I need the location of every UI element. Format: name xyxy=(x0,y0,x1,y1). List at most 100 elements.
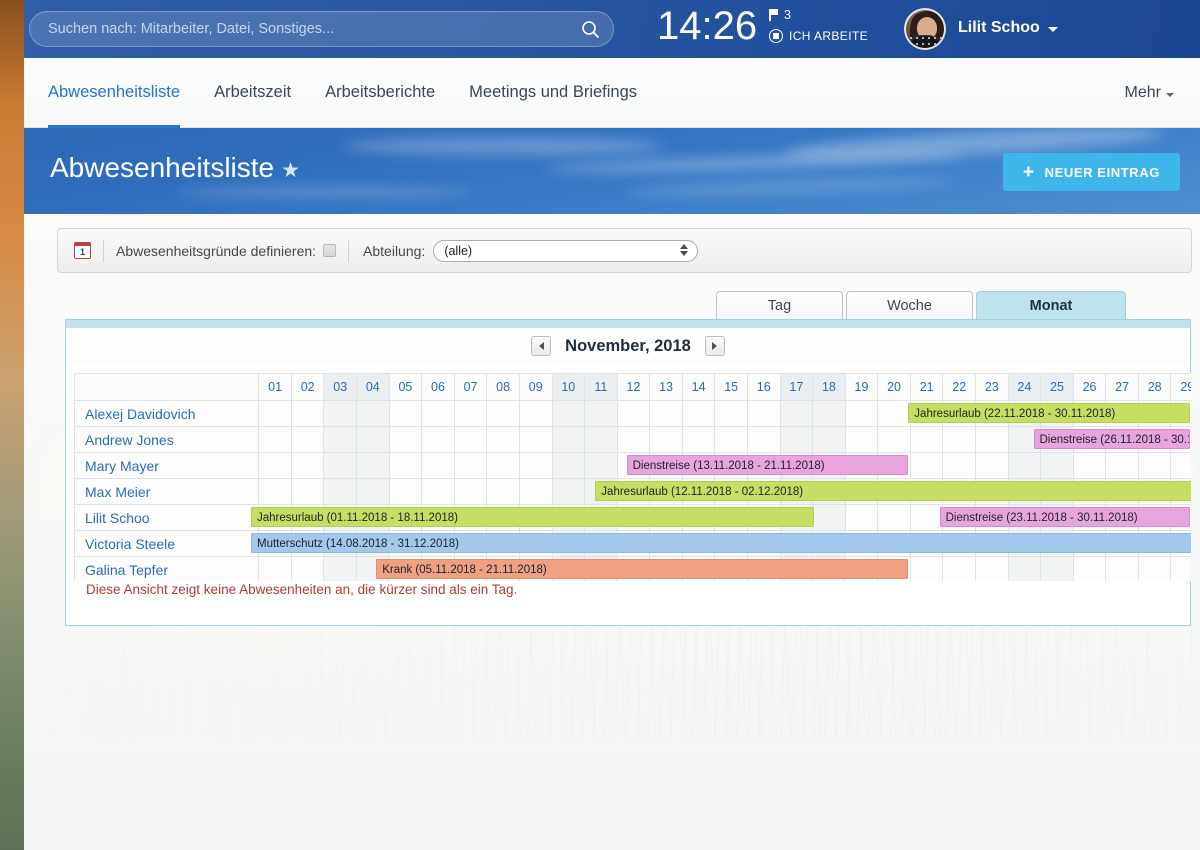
calendar-cell[interactable] xyxy=(290,452,325,479)
calendar-cell[interactable] xyxy=(551,400,586,427)
calendar-cell[interactable] xyxy=(1137,556,1172,581)
calendar-cell[interactable] xyxy=(975,556,1009,581)
view-tab-tag[interactable]: Tag xyxy=(716,291,843,320)
calendar-cell[interactable] xyxy=(584,400,618,427)
absence-bar-vacation[interactable]: Jahresurlaub (01.11.2018 - 18.11.2018) xyxy=(251,507,815,527)
calendar-cell[interactable] xyxy=(714,426,748,453)
user-name[interactable]: Lilit Schoo xyxy=(958,19,1040,37)
calendar-cell[interactable] xyxy=(1007,452,1042,479)
avatar[interactable] xyxy=(904,8,946,50)
employee-name[interactable]: Alexej Davidovich xyxy=(74,400,260,427)
calendar-cell[interactable] xyxy=(1105,452,1139,479)
favorite-star-icon[interactable]: ★ xyxy=(281,159,300,182)
calendar-cell[interactable] xyxy=(258,452,292,479)
calendar-cell[interactable] xyxy=(649,426,683,453)
calendar-cell[interactable] xyxy=(909,452,944,479)
absence-bar-business[interactable]: Dienstreise (23.11.2018 - 30.11.2018) xyxy=(939,507,1190,527)
calendar-cell[interactable] xyxy=(290,478,325,505)
calendar-cell[interactable] xyxy=(681,400,716,427)
employee-name[interactable]: Victoria Steele xyxy=(74,530,260,557)
calendar-cell[interactable] xyxy=(649,400,683,427)
calendar-cell[interactable] xyxy=(518,400,553,427)
calendar-cell[interactable] xyxy=(421,400,455,427)
calendar-cell[interactable] xyxy=(844,426,879,453)
employee-name[interactable]: Lilit Schoo xyxy=(74,504,260,531)
calendar-cell[interactable] xyxy=(453,426,488,453)
absence-reasons-toggle[interactable] xyxy=(323,244,337,257)
calendar-cell[interactable] xyxy=(877,504,911,531)
calendar-cell[interactable] xyxy=(421,452,455,479)
calendar-cell[interactable] xyxy=(844,504,879,531)
calendar-cell[interactable] xyxy=(551,426,586,453)
calendar-cell[interactable] xyxy=(421,426,455,453)
calendar-cell[interactable] xyxy=(518,478,553,505)
calendar-icon[interactable]: 1 xyxy=(74,242,91,259)
calendar-cell[interactable] xyxy=(1040,452,1074,479)
calendar-cell[interactable] xyxy=(356,478,390,505)
calendar-cell[interactable] xyxy=(714,400,748,427)
calendar-cell[interactable] xyxy=(909,504,944,531)
tab-abwesenheitsliste[interactable]: Abwesenheitsliste xyxy=(48,58,181,128)
working-status[interactable]: ICH ARBEITE xyxy=(769,29,868,43)
calendar-cell[interactable] xyxy=(486,400,520,427)
view-tab-monat[interactable]: Monat xyxy=(976,291,1126,320)
chevron-down-icon[interactable] xyxy=(1048,27,1058,32)
calendar-cell[interactable] xyxy=(323,452,358,479)
calendar-cell[interactable] xyxy=(356,452,390,479)
calendar-cell[interactable] xyxy=(258,478,292,505)
calendar-cell[interactable] xyxy=(551,452,586,479)
more-menu[interactable]: Mehr xyxy=(1125,58,1174,128)
calendar-cell[interactable] xyxy=(323,478,358,505)
employee-name[interactable]: Mary Mayer xyxy=(74,452,260,479)
department-select[interactable]: (alle) xyxy=(433,239,699,262)
calendar-cell[interactable] xyxy=(258,426,292,453)
calendar-cell[interactable] xyxy=(518,426,553,453)
search-icon[interactable] xyxy=(573,12,607,46)
calendar-cell[interactable] xyxy=(877,426,911,453)
calendar-cell[interactable] xyxy=(290,400,325,427)
calendar-cell[interactable] xyxy=(258,556,292,581)
calendar-cell[interactable] xyxy=(975,426,1009,453)
next-month-button[interactable] xyxy=(704,336,725,356)
calendar-cell[interactable] xyxy=(942,452,977,479)
calendar-cell[interactable] xyxy=(746,400,781,427)
calendar-cell[interactable] xyxy=(616,400,651,427)
calendar-cell[interactable] xyxy=(453,478,488,505)
stepper-icon[interactable] xyxy=(680,243,689,256)
calendar-cell[interactable] xyxy=(779,400,814,427)
calendar-cell[interactable] xyxy=(1137,452,1172,479)
tasks-counter[interactable]: 3 xyxy=(769,6,868,23)
calendar-cell[interactable] xyxy=(1072,452,1107,479)
calendar-cell[interactable] xyxy=(486,426,520,453)
calendar-cell[interactable] xyxy=(323,556,358,581)
absence-bar-maternity[interactable]: Mutterschutz (14.08.2018 - 31.12.2018) xyxy=(251,533,1191,553)
calendar-cell[interactable] xyxy=(812,426,846,453)
calendar-cell[interactable] xyxy=(584,452,618,479)
calendar-cell[interactable] xyxy=(323,426,358,453)
absence-bar-vacation[interactable]: Jahresurlaub (12.11.2018 - 02.12.2018) xyxy=(595,481,1191,501)
absence-bar-sick[interactable]: Krank (05.11.2018 - 21.11.2018) xyxy=(376,559,909,579)
calendar-cell[interactable] xyxy=(290,426,325,453)
calendar-cell[interactable] xyxy=(388,426,423,453)
calendar-cell[interactable] xyxy=(356,426,390,453)
calendar-cell[interactable] xyxy=(942,426,977,453)
calendar-cell[interactable] xyxy=(909,426,944,453)
calendar-cell[interactable] xyxy=(453,400,488,427)
calendar-cell[interactable] xyxy=(812,504,846,531)
calendar-cell[interactable] xyxy=(323,400,358,427)
calendar-cell[interactable] xyxy=(1170,556,1191,581)
calendar-cell[interactable] xyxy=(388,452,423,479)
calendar-cell[interactable] xyxy=(388,400,423,427)
calendar-cell[interactable] xyxy=(486,452,520,479)
prev-month-button[interactable] xyxy=(531,336,552,356)
calendar-cell[interactable] xyxy=(1007,556,1042,581)
calendar-cell[interactable] xyxy=(942,556,977,581)
tab-meetings-und-briefings[interactable]: Meetings und Briefings xyxy=(469,58,637,128)
calendar-cell[interactable] xyxy=(1040,556,1074,581)
calendar-cell[interactable] xyxy=(258,400,292,427)
calendar-cell[interactable] xyxy=(421,478,455,505)
employee-name[interactable]: Max Meier xyxy=(74,478,260,505)
calendar-cell[interactable] xyxy=(779,426,814,453)
calendar-cell[interactable] xyxy=(584,426,618,453)
calendar-cell[interactable] xyxy=(356,400,390,427)
